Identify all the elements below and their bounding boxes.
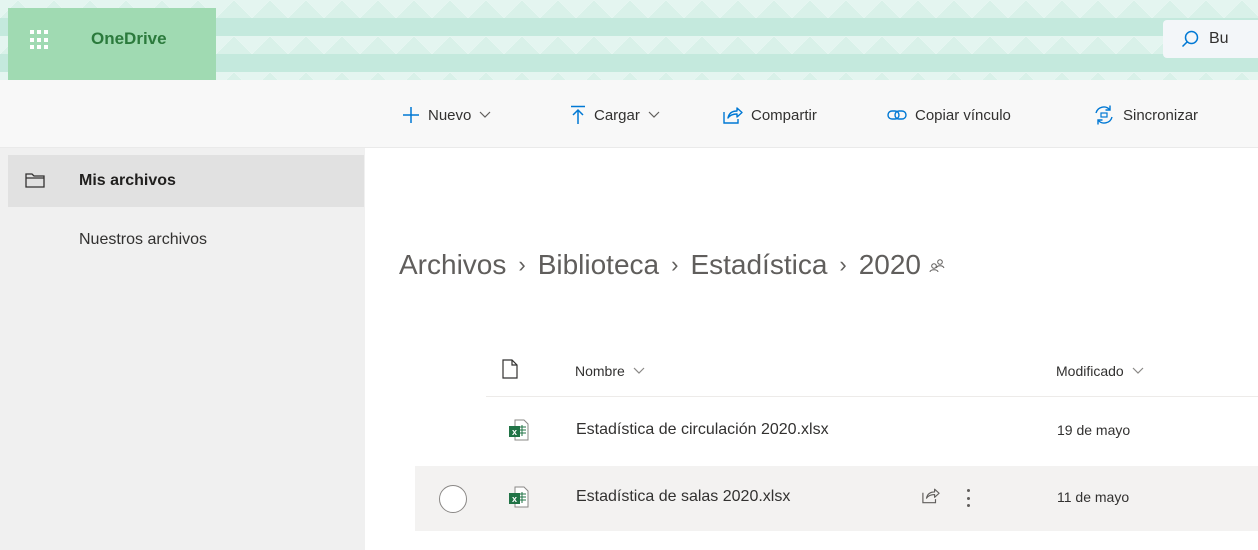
more-options-icon[interactable] bbox=[960, 485, 976, 511]
sync-label: Sincronizar bbox=[1123, 106, 1199, 124]
nav-item-our-files[interactable]: Nuestros archivos bbox=[8, 214, 364, 266]
upload-label: Cargar bbox=[594, 106, 640, 124]
nav-item-my-files[interactable]: Mis archivos bbox=[8, 155, 364, 207]
file-name-link[interactable]: Estadística de circulación 2020.xlsx bbox=[576, 421, 829, 439]
excel-file-icon: x bbox=[509, 486, 529, 513]
chevron-right-icon: › bbox=[671, 252, 679, 277]
chevron-down-icon bbox=[1132, 367, 1144, 375]
upload-button[interactable]: Cargar bbox=[570, 104, 660, 126]
breadcrumb-item[interactable]: Archivos bbox=[399, 249, 506, 281]
upload-icon bbox=[570, 105, 586, 125]
share-label: Compartir bbox=[751, 106, 817, 124]
left-navigation: Mis archivos Nuestros archivos bbox=[0, 148, 365, 550]
svg-text:x: x bbox=[512, 494, 517, 504]
table-row[interactable]: x Estadística de salas 2020.xlsx 11 de m… bbox=[415, 466, 1258, 531]
column-header-name[interactable]: Nombre bbox=[575, 363, 645, 379]
breadcrumb-item[interactable]: Estadística bbox=[690, 249, 827, 281]
breadcrumb-current: 2020 bbox=[858, 249, 922, 280]
column-header-modified[interactable]: Modificado bbox=[1056, 363, 1144, 379]
chevron-down-icon bbox=[648, 111, 660, 119]
app-name[interactable]: OneDrive bbox=[91, 29, 167, 49]
chevron-right-icon: › bbox=[518, 252, 526, 277]
command-bar: Nuevo Cargar Compartir Copiar vínculo Si… bbox=[0, 80, 1258, 148]
brand-area: OneDrive bbox=[8, 8, 216, 80]
new-button[interactable]: Nuevo bbox=[402, 104, 491, 126]
copy-link-label: Copiar vínculo bbox=[915, 106, 1011, 124]
folder-icon bbox=[25, 172, 45, 193]
chevron-right-icon: › bbox=[839, 252, 847, 277]
copy-link-button[interactable]: Copiar vínculo bbox=[887, 104, 1011, 126]
shared-people-icon bbox=[929, 258, 945, 272]
modified-date: 11 de mayo bbox=[1057, 489, 1130, 505]
row-select-checkbox[interactable] bbox=[439, 485, 467, 513]
excel-file-icon: x bbox=[509, 419, 529, 446]
sync-icon bbox=[1093, 104, 1115, 126]
sync-button[interactable]: Sincronizar bbox=[1093, 104, 1198, 126]
suite-header: OneDrive Bu bbox=[0, 0, 1258, 80]
file-type-icon[interactable] bbox=[502, 359, 518, 384]
new-label: Nuevo bbox=[428, 106, 472, 124]
nav-item-label: Mis archivos bbox=[79, 172, 176, 189]
modified-date: 19 de mayo bbox=[1057, 422, 1131, 438]
search-icon bbox=[1181, 30, 1199, 48]
list-header: Nombre Modificado bbox=[486, 345, 1258, 397]
column-header-label: Nombre bbox=[575, 363, 625, 379]
share-button[interactable]: Compartir bbox=[723, 104, 817, 126]
search-box[interactable]: Bu bbox=[1163, 20, 1258, 58]
breadcrumb: Archivos › Biblioteca › Estadística › 20… bbox=[399, 245, 945, 285]
chevron-down-icon bbox=[479, 111, 491, 119]
table-row[interactable]: x Estadística de circulación 2020.xlsx 1… bbox=[415, 399, 1258, 464]
share-icon bbox=[723, 106, 743, 124]
nav-item-label: Nuestros archivos bbox=[79, 231, 208, 248]
svg-text:x: x bbox=[512, 427, 517, 437]
app-launcher-icon[interactable] bbox=[30, 30, 50, 50]
column-header-label: Modificado bbox=[1056, 363, 1124, 379]
chevron-down-icon bbox=[633, 367, 645, 375]
plus-icon bbox=[402, 106, 420, 124]
breadcrumb-item[interactable]: Biblioteca bbox=[538, 249, 659, 281]
file-name-link[interactable]: Estadística de salas 2020.xlsx bbox=[576, 488, 790, 506]
search-label: Bu bbox=[1209, 30, 1229, 47]
link-icon bbox=[887, 108, 907, 122]
row-share-icon[interactable] bbox=[922, 487, 940, 509]
